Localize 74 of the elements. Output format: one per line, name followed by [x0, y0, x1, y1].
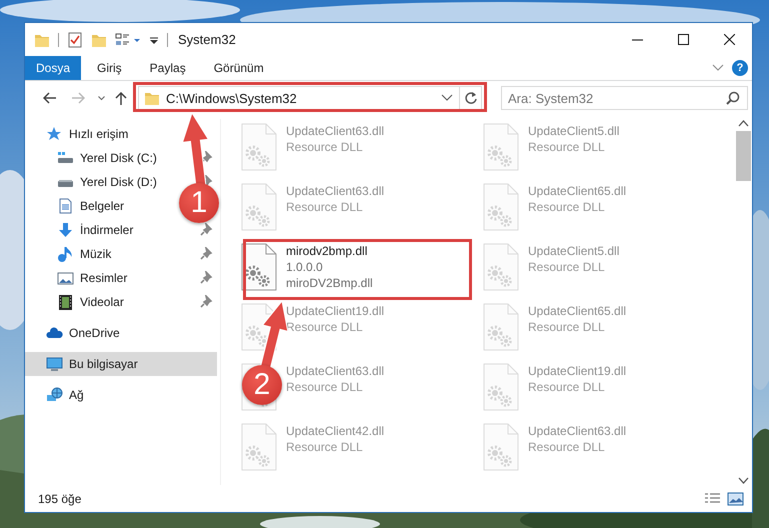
- details-view-icon[interactable]: [704, 492, 721, 506]
- file-detail: Resource DLL: [528, 439, 606, 455]
- star-icon: [46, 126, 63, 142]
- nav-item[interactable]: Ağ: [25, 383, 217, 407]
- nav-item[interactable]: Belgeler: [57, 194, 128, 218]
- file-name: UpdateClient63.dll: [286, 123, 384, 139]
- file-name: UpdateClient65.dll: [528, 303, 626, 319]
- maximize-icon: [678, 34, 688, 45]
- window-title: System32: [178, 32, 236, 47]
- nav-item[interactable]: Hızlı erişim: [25, 122, 217, 146]
- help-button[interactable]: ?: [732, 60, 748, 76]
- folder-icon: [144, 90, 160, 106]
- file-name: UpdateClient63.dll: [528, 423, 626, 439]
- ribbon-tab[interactable]: Paylaş: [136, 56, 200, 80]
- properties-icon[interactable]: [67, 32, 83, 48]
- close-icon: [724, 34, 734, 45]
- file-detail: Resource DLL: [528, 139, 606, 155]
- search-icon: [726, 91, 740, 105]
- right-arrow-icon: [71, 92, 85, 104]
- file-name: UpdateClient19.dll: [286, 303, 384, 319]
- file-detail: Resource DLL: [286, 199, 364, 215]
- scrollbar-thumb[interactable]: [736, 131, 751, 181]
- file-detail: Resource DLL: [286, 139, 364, 155]
- ribbon-tab[interactable]: Görünüm: [200, 56, 278, 80]
- file-detail: 1.0.0.0: [286, 259, 324, 275]
- caret-icon: [98, 96, 104, 100]
- file-detail: Resource DLL: [528, 199, 606, 215]
- nav-item[interactable]: Yerel Disk (C:): [57, 146, 161, 170]
- file-name: UpdateClient19.dll: [528, 363, 626, 379]
- file-name: UpdateClient63.dll: [286, 183, 384, 199]
- file-detail: Resource DLL: [528, 259, 606, 275]
- file-detail: Resource DLL: [286, 319, 364, 335]
- item-count: 195 öğe: [38, 492, 82, 506]
- computer-icon: [46, 356, 63, 372]
- document-icon: [57, 198, 74, 214]
- file-detail: Resource DLL: [528, 379, 606, 395]
- nav-item[interactable]: Bu bilgisayar: [25, 352, 217, 376]
- refresh-icon: [464, 91, 478, 105]
- network-icon: [46, 387, 63, 403]
- film-icon: [57, 294, 74, 310]
- file-name: UpdateClient5.dll: [528, 243, 620, 259]
- nav-item[interactable]: İndirmeler: [57, 218, 138, 242]
- view-icon[interactable]: [115, 32, 141, 48]
- nav-item[interactable]: Müzik: [57, 242, 116, 266]
- ribbon-tab[interactable]: Giriş: [83, 56, 136, 80]
- nav-item[interactable]: Yerel Disk (D:): [57, 170, 161, 194]
- file-detail: miroDV2Bmp.dll: [286, 275, 373, 291]
- scroll-down-icon[interactable]: [738, 477, 749, 485]
- file-name: UpdateClient5.dll: [528, 123, 620, 139]
- drive-icon: [57, 150, 74, 166]
- file-name: mirodv2bmp.dll: [286, 243, 368, 259]
- file-detail: Resource DLL: [286, 379, 364, 395]
- down-arrow-icon: [57, 222, 74, 238]
- search-field[interactable]: Ara: System32: [501, 86, 748, 110]
- dropdown-icon[interactable]: [441, 94, 453, 102]
- nav-item[interactable]: Videolar: [57, 290, 128, 314]
- file-name: UpdateClient65.dll: [528, 183, 626, 199]
- nav-item[interactable]: OneDrive: [25, 321, 217, 345]
- scroll-up-icon[interactable]: [738, 119, 749, 127]
- file-detail: Resource DLL: [528, 319, 606, 335]
- arrow: [260, 300, 288, 369]
- up-arrow-icon: [115, 92, 127, 104]
- chevron-icon[interactable]: [712, 64, 724, 72]
- file-detail: Resource DLL: [286, 439, 364, 455]
- large-icons-view-icon[interactable]: [727, 492, 744, 506]
- nav-item[interactable]: Resimler: [57, 266, 132, 290]
- picture-icon: [57, 270, 74, 286]
- file-name: UpdateClient42.dll: [286, 423, 384, 439]
- file-menu-tab[interactable]: Dosya: [25, 56, 81, 80]
- file-name: UpdateClient63.dll: [286, 363, 384, 379]
- left-arrow-icon: [43, 92, 57, 104]
- address-field[interactable]: C:\Windows\System32: [138, 86, 482, 110]
- cloud-icon: [46, 325, 63, 341]
- music-note-icon: [57, 246, 74, 262]
